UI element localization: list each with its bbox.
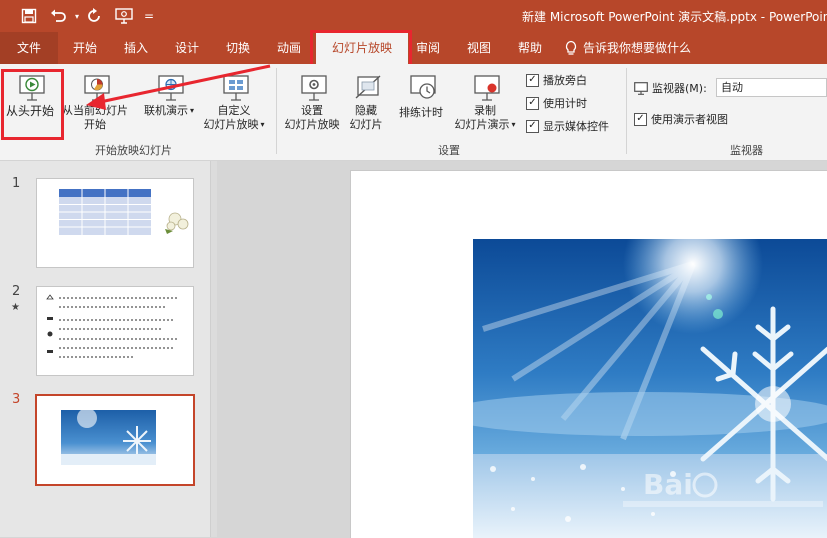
slide-thumbnail-1[interactable]	[36, 178, 194, 268]
slide-number: 2	[12, 284, 21, 299]
snowflake-photo[interactable]: Bai	[473, 239, 827, 538]
table-slide-preview	[59, 189, 189, 235]
slide-number: 1	[12, 176, 21, 191]
snowflake-image: Bai	[473, 239, 827, 538]
baidu-watermark-icon: Bai	[643, 468, 693, 501]
slide-thumbnail-pane: 1 2 ★ 3	[0, 161, 210, 537]
snowflake-slide-preview	[61, 408, 156, 465]
slide-thumbnail-2[interactable]	[36, 286, 194, 376]
pane-splitter[interactable]	[210, 161, 217, 537]
current-slide[interactable]: Bai	[350, 170, 827, 538]
animation-star-icon: ★	[11, 302, 20, 313]
slide-number: 3	[12, 392, 21, 407]
text-slide-preview	[46, 294, 177, 358]
slide-thumbnail-3[interactable]	[35, 394, 195, 486]
